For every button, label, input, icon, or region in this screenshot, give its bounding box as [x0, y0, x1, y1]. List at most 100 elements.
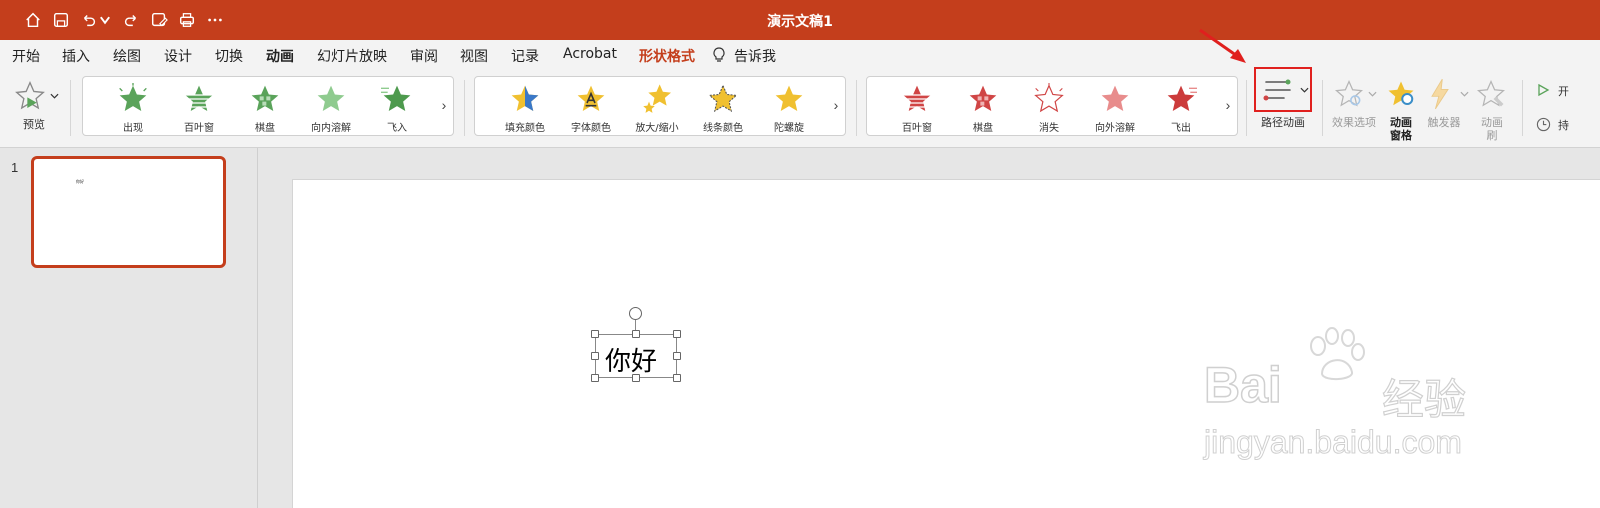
effect-label: 填充颜色 [505, 123, 545, 134]
effect-line-color[interactable]: 线条颜色 [691, 77, 755, 135]
tab-review[interactable]: 审阅 [410, 46, 438, 66]
gallery-more-icon[interactable]: › [829, 97, 843, 117]
gallery-more-icon[interactable]: › [437, 97, 451, 117]
effect-label: 百叶窗 [184, 123, 214, 134]
entrance-effects-gallery: 出现 百叶窗 棋盘 向内溶解 飞入 › [82, 76, 454, 136]
ribbon-tab-bar: 开始 插入 绘图 设计 切换 动画 幻灯片放映 审阅 视图 记录 Acrobat… [0, 40, 1600, 74]
resize-handle[interactable] [673, 352, 681, 360]
effect-blinds[interactable]: 百叶窗 [167, 77, 231, 135]
gallery-more-icon[interactable]: › [1221, 97, 1235, 117]
chevron-down-icon [1368, 91, 1377, 97]
play-icon [1538, 83, 1550, 97]
effect-label: 棋盘 [255, 123, 275, 134]
divider [856, 80, 857, 136]
resize-handle[interactable] [591, 330, 599, 338]
duration-control[interactable]: 持 [1534, 116, 1600, 134]
trigger-label: 触发器 [1427, 116, 1461, 129]
effect-checkerboard-exit[interactable]: 棋盘 [951, 77, 1015, 135]
tab-draw[interactable]: 绘图 [113, 46, 141, 66]
effect-dissolve-in[interactable]: 向内溶解 [299, 77, 363, 135]
effect-font-color[interactable]: 字体颜色 [559, 77, 623, 135]
rotate-handle-icon[interactable] [629, 307, 642, 320]
preview-label: 预览 [23, 118, 45, 131]
blinds-exit-star-icon [903, 85, 931, 111]
effect-fill-color[interactable]: 填充颜色 [493, 77, 557, 135]
tab-insert[interactable]: 插入 [62, 46, 90, 66]
checkerboard-exit-star-icon [969, 85, 997, 111]
tab-home[interactable]: 开始 [12, 46, 40, 66]
divider [1322, 80, 1323, 136]
effect-dissolve-out[interactable]: 向外溶解 [1083, 77, 1147, 135]
effect-label: 棋盘 [973, 123, 993, 134]
resize-handle[interactable] [673, 330, 681, 338]
effect-options-label: 效果选项 [1332, 116, 1376, 129]
spin-star-icon [775, 85, 803, 111]
effect-checkerboard[interactable]: 棋盘 [233, 77, 297, 135]
motion-path-button[interactable] [1254, 67, 1312, 112]
motion-path-label: 路径动画 [1261, 116, 1305, 129]
disappear-star-icon [1034, 83, 1064, 113]
effect-fly-out[interactable]: 飞出 [1149, 77, 1213, 135]
tab-design[interactable]: 设计 [164, 46, 192, 66]
annotation-arrow [1199, 28, 1246, 63]
resize-handle[interactable] [632, 330, 640, 338]
tab-acrobat[interactable]: Acrobat [563, 46, 617, 62]
tab-record[interactable]: 记录 [511, 46, 539, 66]
title-bar: 演示文稿1 [0, 0, 1600, 40]
effect-label: 百叶窗 [902, 123, 932, 134]
slide-thumbnail-pane: 1 你好 [0, 148, 258, 508]
slide-number: 1 [11, 160, 19, 175]
effect-options-icon [1334, 79, 1364, 107]
fly-in-star-icon [381, 85, 411, 111]
window-title: 演示文稿1 [767, 14, 833, 30]
effect-label: 飞入 [387, 123, 407, 134]
effect-appear[interactable]: 出现 [101, 77, 165, 135]
animation-painter-button[interactable]: 动画 刷 [1476, 76, 1508, 142]
animation-pane-button[interactable]: 动画 窗格 [1386, 76, 1416, 142]
effect-label: 陀螺旋 [774, 123, 804, 134]
tell-me-search[interactable]: 告诉我 [712, 46, 776, 66]
animation-painter-label-2: 刷 [1486, 129, 1498, 142]
effect-options-button[interactable]: 效果选项 [1330, 76, 1382, 140]
effect-label: 出现 [123, 123, 143, 134]
emphasis-effects-gallery: 填充颜色 字体颜色 放大/缩小 线条颜色 陀螺旋 › [474, 76, 846, 136]
resize-handle[interactable] [591, 352, 599, 360]
slide-thumbnail[interactable]: 你好 [31, 156, 226, 268]
effect-label: 飞出 [1171, 123, 1191, 134]
start-control[interactable]: 开 [1534, 82, 1600, 100]
effect-grow-shrink[interactable]: 放大/缩小 [625, 77, 689, 135]
tab-animations[interactable]: 动画 [266, 46, 294, 74]
effect-label: 字体颜色 [571, 123, 611, 134]
effect-label: 向外溶解 [1095, 123, 1135, 134]
line-color-star-icon [708, 84, 738, 113]
tab-transitions[interactable]: 切换 [215, 46, 243, 66]
tab-slideshow[interactable]: 幻灯片放映 [317, 46, 387, 66]
tab-view[interactable]: 视图 [460, 46, 488, 66]
effect-blinds-exit[interactable]: 百叶窗 [885, 77, 949, 135]
start-label: 开 [1558, 85, 1569, 98]
resize-handle[interactable] [632, 374, 640, 382]
effect-fly-in[interactable]: 飞入 [365, 77, 429, 135]
effect-label: 向内溶解 [311, 123, 351, 134]
divider [70, 80, 71, 136]
motion-path-icon [1263, 79, 1291, 101]
lightning-icon [1431, 78, 1449, 110]
tab-shape-format[interactable]: 形状格式 [639, 46, 695, 66]
trigger-button[interactable]: 触发器 [1426, 76, 1472, 136]
thumbnail-text: 你好 [76, 179, 84, 184]
animations-ribbon: 预览 出现 百叶窗 棋盘 向内溶解 飞入 › 填充颜色 字体颜色 放大/缩小 线… [0, 67, 1600, 148]
effect-spin[interactable]: 陀螺旋 [757, 77, 821, 135]
dissolve-in-star-icon [317, 85, 345, 111]
effect-disappear[interactable]: 消失 [1017, 77, 1081, 135]
resize-handle[interactable] [591, 374, 599, 382]
resize-handle[interactable] [673, 374, 681, 382]
preview-button[interactable]: 预览 [10, 76, 62, 136]
fly-out-star-icon [1167, 85, 1197, 111]
effect-label: 放大/缩小 [635, 123, 679, 134]
appear-star-icon [119, 83, 147, 111]
font-color-star-icon [577, 85, 605, 111]
text-box[interactable]: 你好 [595, 334, 677, 378]
slide-canvas[interactable]: 你好 [292, 179, 1600, 508]
exit-effects-gallery: 百叶窗 棋盘 消失 向外溶解 飞出 › [866, 76, 1238, 136]
dissolve-out-star-icon [1101, 85, 1129, 111]
